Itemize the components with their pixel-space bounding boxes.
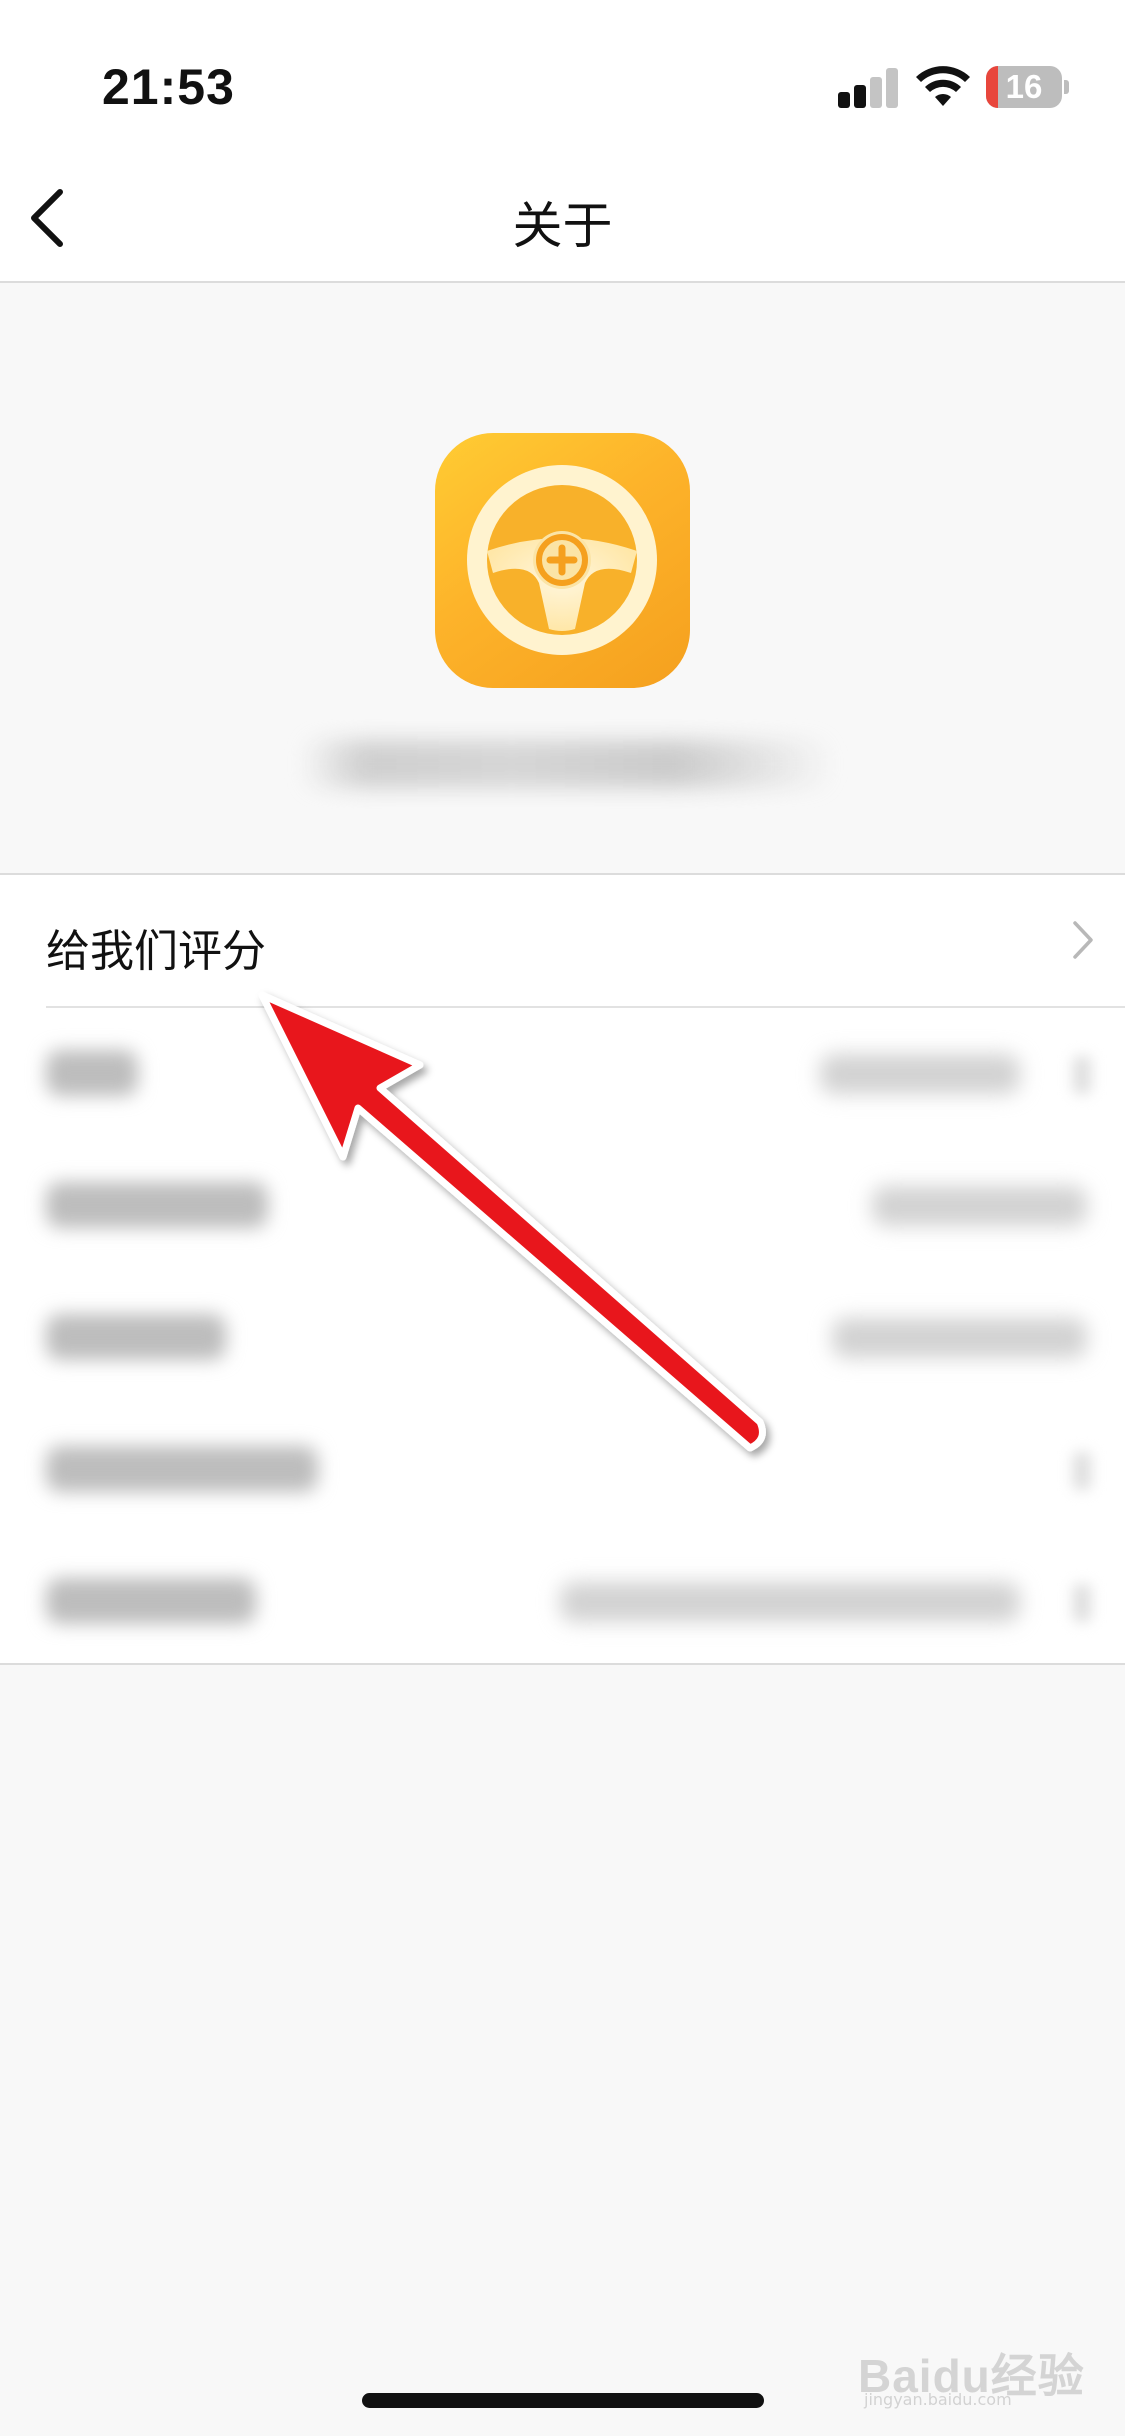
list-item[interactable] [0,1140,1125,1272]
watermark-subtext: jingyan.baidu.com [864,2390,1012,2409]
blurred-value [560,1582,1020,1622]
app-header [0,285,1125,873]
list-item[interactable] [0,1008,1125,1140]
battery-level: 16 [1005,68,1043,105]
list-item[interactable] [0,1536,1125,1668]
chevron-right-icon [1073,1584,1091,1622]
version-text-blurred [300,740,835,788]
chevron-right-icon [1073,1056,1091,1094]
rate-us-label: 给我们评分 [46,926,266,977]
blurred-label [46,1314,226,1360]
blurred-label [46,1182,268,1228]
blurred-value [872,1186,1087,1226]
steering-wheel-plus-icon [435,433,690,688]
home-indicator[interactable] [362,2393,764,2408]
blurred-value [832,1318,1087,1358]
signal-icon [838,66,898,108]
nav-bar: 关于 [0,150,1125,283]
chevron-right-icon [1073,1452,1091,1490]
watermark: Baidu经验 jingyan.baidu.com [858,2328,1088,2409]
wifi-icon [916,66,970,106]
battery-icon: 16 [986,66,1069,108]
status-time: 21:53 [102,59,235,115]
blurred-label [46,1050,138,1096]
blurred-value [820,1054,1020,1094]
list-item[interactable] [0,1404,1125,1536]
about-list: 给我们评分 [0,873,1125,1665]
rate-us-row[interactable]: 给我们评分 [0,875,1125,1006]
list-item[interactable] [0,1272,1125,1404]
chevron-right-icon [1073,921,1093,959]
page-title: 关于 [512,197,613,255]
blurred-label [46,1578,256,1624]
status-bar: 21:53 16 [0,0,1125,150]
blurred-label [46,1446,318,1492]
